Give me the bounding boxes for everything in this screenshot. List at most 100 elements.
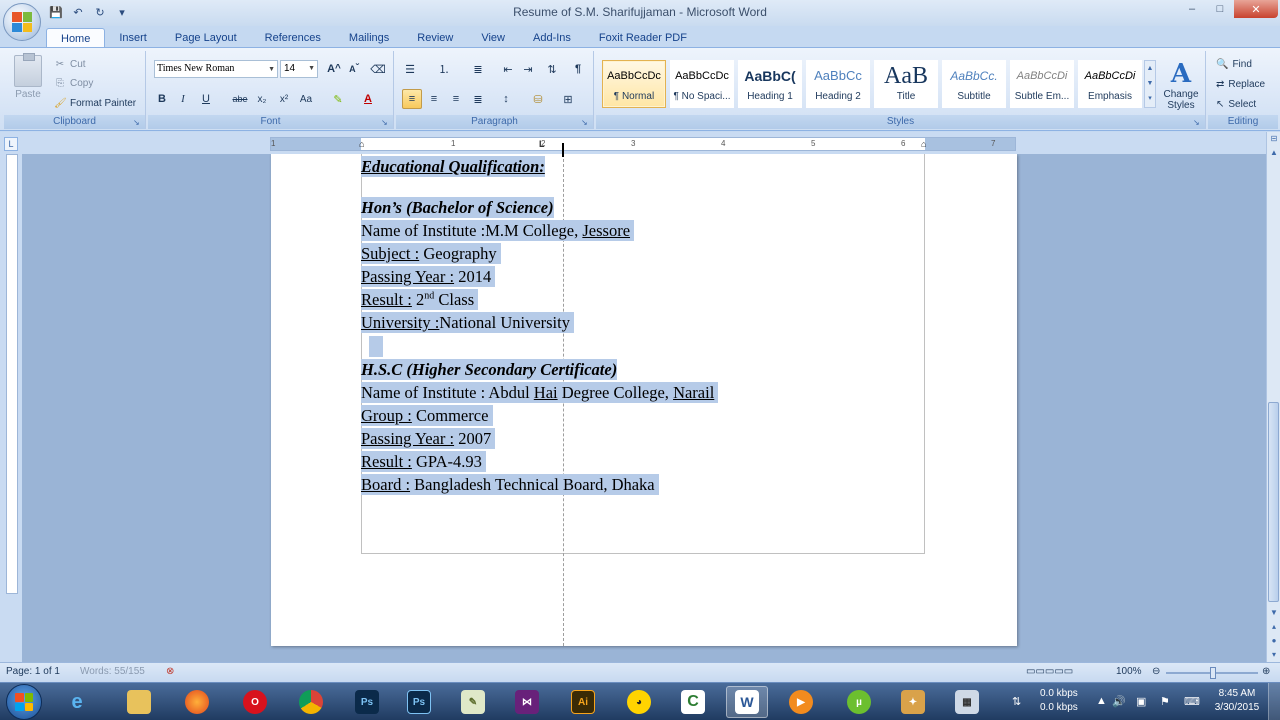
show-desktop-button[interactable]: [1268, 683, 1280, 720]
increase-indent-button[interactable]: ⇥: [518, 59, 538, 79]
find-button[interactable]: 🔍 Find: [1216, 55, 1252, 73]
tab-selector-button[interactable]: L: [4, 137, 18, 151]
tab-home[interactable]: Home: [46, 28, 106, 48]
network-icon[interactable]: ▣: [1136, 695, 1146, 708]
network-transfer-icon[interactable]: ⇅: [1012, 695, 1021, 708]
maximize-button[interactable]: □: [1206, 0, 1234, 18]
tab-add-ins[interactable]: Add-Ins: [519, 28, 585, 48]
right-indent-marker-icon[interactable]: ⌂: [921, 139, 926, 149]
strikethrough-button[interactable]: abe: [230, 89, 250, 109]
multilevel-list-button[interactable]: ≣: [468, 59, 488, 79]
font-size-select[interactable]: 14 ▼: [280, 60, 318, 78]
underline-button[interactable]: U: [196, 89, 216, 109]
clipboard-dialog-launcher-icon[interactable]: ↘: [133, 118, 142, 127]
minimize-button[interactable]: –: [1178, 0, 1206, 18]
decrease-indent-button[interactable]: ⇤: [498, 59, 518, 79]
styles-dialog-launcher-icon[interactable]: ↘: [1193, 118, 1202, 127]
shading-button[interactable]: ⛁: [528, 89, 548, 109]
tab-insert[interactable]: Insert: [105, 28, 161, 48]
next-page-icon[interactable]: ▾: [1267, 648, 1280, 662]
font-color-button[interactable]: A: [358, 89, 378, 109]
tools-icon[interactable]: ✦: [892, 686, 934, 718]
media-player-icon[interactable]: ▶: [780, 686, 822, 718]
proofing-icon[interactable]: ⊗: [166, 666, 174, 677]
cyberghost-icon[interactable]: ◕: [618, 686, 660, 718]
italic-button[interactable]: I: [173, 89, 193, 109]
document-page[interactable]: Educational Qualification: Hon’s (Bachel…: [271, 154, 1017, 646]
bullets-button[interactable]: ☰: [400, 59, 420, 79]
cut-button[interactable]: ✂ Cut: [54, 55, 86, 73]
scroll-down-icon[interactable]: ▼: [1267, 606, 1280, 620]
ruler-bar[interactable]: 1 1 2 3 4 5 6 7 ⌂ L ⌂: [270, 137, 1016, 151]
office-button[interactable]: [3, 3, 41, 41]
style-no-spacing[interactable]: AaBbCcDc ¶ No Spaci...: [670, 60, 734, 108]
view-buttons-icon[interactable]: ▭▭▭▭▭: [1026, 666, 1073, 677]
zoom-level[interactable]: 100%: [1116, 666, 1142, 677]
style-subtle-emphasis[interactable]: AaBbCcDi Subtle Em...: [1010, 60, 1074, 108]
vertical-scrollbar[interactable]: ⊟ ▲ ▼ ▴ ● ▾: [1266, 132, 1280, 662]
file-explorer-icon[interactable]: [118, 686, 160, 718]
tab-review[interactable]: Review: [403, 28, 467, 48]
clock[interactable]: 8:45 AM 3/30/2015: [1210, 687, 1264, 715]
line-spacing-button[interactable]: ↕: [496, 89, 516, 109]
previous-page-icon[interactable]: ▴: [1267, 620, 1280, 634]
utorrent-icon[interactable]: µ: [838, 686, 880, 718]
tab-page-layout[interactable]: Page Layout: [161, 28, 251, 48]
format-painter-button[interactable]: 🖌 Format Painter: [54, 94, 136, 112]
show-hide-button[interactable]: ¶: [568, 59, 588, 79]
styles-gallery-scroll[interactable]: ▲ ▼ ▾: [1144, 60, 1156, 108]
highlight-color-button[interactable]: ✎: [328, 89, 348, 109]
numbering-button[interactable]: ⒈: [434, 59, 454, 79]
calculator-icon[interactable]: ▦: [946, 686, 988, 718]
style-emphasis[interactable]: AaBbCcDi Emphasis: [1078, 60, 1142, 108]
notepad-icon[interactable]: ✎: [452, 686, 494, 718]
vertical-ruler-bar[interactable]: [6, 154, 18, 594]
word-icon[interactable]: W: [726, 686, 768, 718]
shrink-font-button[interactable]: Aˇ: [344, 59, 364, 79]
illustrator-icon[interactable]: Ai: [562, 686, 604, 718]
zoom-out-icon[interactable]: ⊖: [1152, 666, 1160, 677]
sort-button[interactable]: ⇅: [542, 59, 562, 79]
grow-font-button[interactable]: A ^: [324, 59, 344, 79]
tab-stop-marker-icon[interactable]: L: [539, 139, 545, 149]
tab-mailings[interactable]: Mailings: [335, 28, 403, 48]
borders-button[interactable]: ⊞: [558, 89, 578, 109]
style-heading-2[interactable]: AaBbCc Heading 2: [806, 60, 870, 108]
change-styles-button[interactable]: A Change Styles: [1160, 59, 1202, 115]
select-browse-object-icon[interactable]: ●: [1267, 634, 1280, 648]
clear-formatting-button[interactable]: ⌫: [368, 59, 388, 79]
volume-icon[interactable]: 🔊: [1112, 695, 1126, 708]
tab-foxit-reader-pdf[interactable]: Foxit Reader PDF: [585, 28, 701, 48]
style-subtitle[interactable]: AaBbCc. Subtitle: [942, 60, 1006, 108]
start-button[interactable]: [6, 684, 42, 720]
word-count[interactable]: Words: 55/155: [80, 666, 145, 677]
style-heading-1[interactable]: AaBbC( Heading 1: [738, 60, 802, 108]
style-normal[interactable]: AaBbCcDc ¶ Normal: [602, 60, 666, 108]
justify-button[interactable]: ≣: [468, 89, 488, 109]
change-case-button[interactable]: Aa: [296, 89, 316, 109]
zoom-slider[interactable]: [1166, 667, 1258, 679]
font-dialog-launcher-icon[interactable]: ↘: [381, 118, 390, 127]
close-button[interactable]: ✕: [1234, 0, 1278, 18]
align-right-button[interactable]: ≡: [446, 89, 466, 109]
bold-button[interactable]: B: [152, 89, 172, 109]
align-center-button[interactable]: ≡: [424, 89, 444, 109]
superscript-button[interactable]: x²: [274, 89, 294, 109]
language-icon[interactable]: ⌨: [1184, 695, 1200, 708]
scroll-thumb[interactable]: [1268, 402, 1279, 602]
photoshop-icon[interactable]: Ps: [346, 686, 388, 718]
align-left-button[interactable]: ≡: [402, 89, 422, 109]
zoom-in-icon[interactable]: ⊕: [1262, 666, 1270, 677]
internet-explorer-icon[interactable]: e: [56, 686, 98, 718]
left-indent-marker-icon[interactable]: ⌂: [359, 139, 364, 149]
page-count[interactable]: Page: 1 of 1: [6, 666, 60, 677]
replace-button[interactable]: ⇄ Replace: [1216, 75, 1265, 93]
opera-icon[interactable]: O: [234, 686, 276, 718]
action-center-icon[interactable]: ⚑: [1160, 695, 1170, 708]
tab-view[interactable]: View: [467, 28, 519, 48]
copy-button[interactable]: ⎘ Copy: [54, 74, 93, 92]
photoshop-icon[interactable]: Ps: [398, 686, 440, 718]
tab-references[interactable]: References: [251, 28, 335, 48]
visual-studio-icon[interactable]: ⋈: [506, 686, 548, 718]
style-title[interactable]: AaB Title: [874, 60, 938, 108]
